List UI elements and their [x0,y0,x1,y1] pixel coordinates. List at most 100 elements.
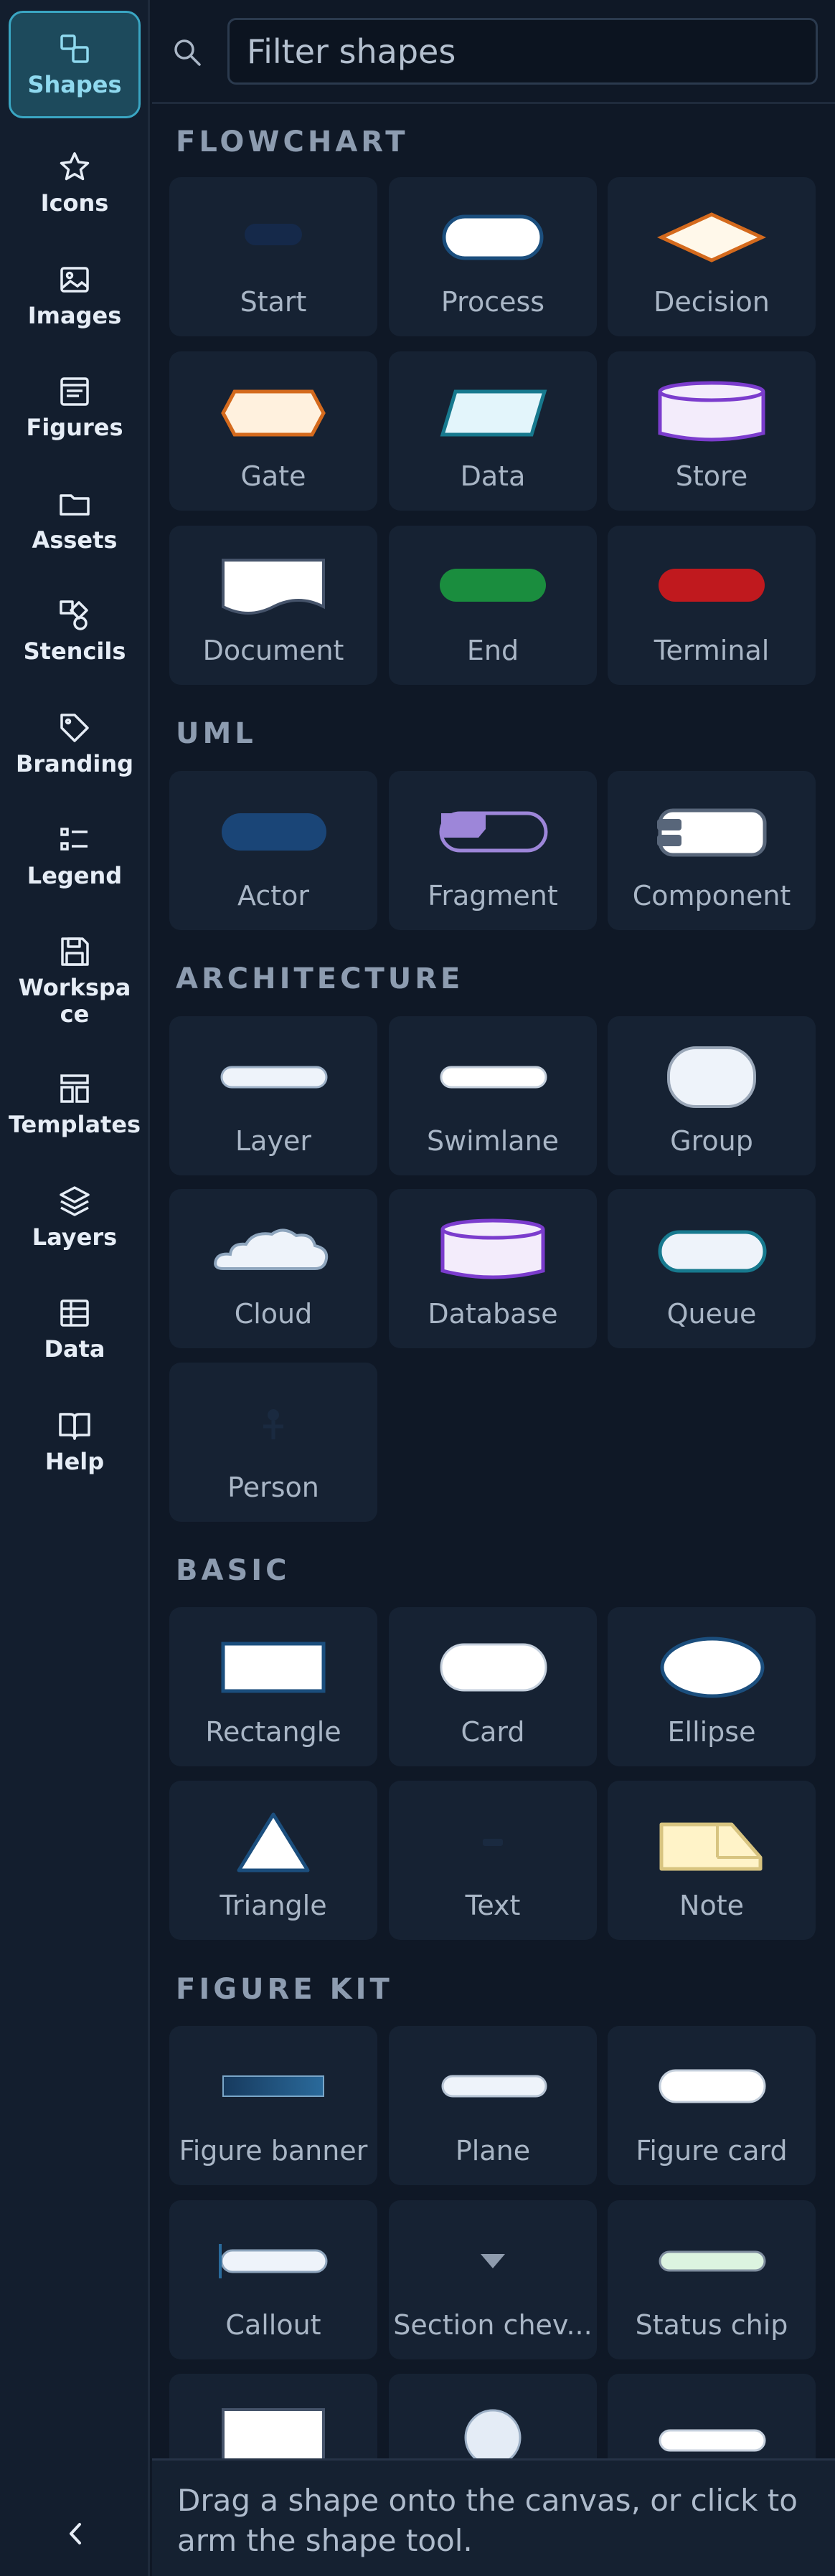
rail-item-figures[interactable]: Figures [9,361,141,454]
fragment-shape-icon [439,811,548,853]
tile-label: Rectangle [205,1716,341,1748]
tile-label: Layer [235,1125,311,1157]
stencil-icon [60,600,88,630]
shape-tile-triangle[interactable]: Triangle [169,1781,377,1940]
tile-label: Component [632,880,791,911]
search-icon [174,39,201,66]
star-icon [60,151,90,180]
rail-item-legend[interactable]: Legend [9,809,141,902]
search-input[interactable] [227,18,818,85]
rail-item-stencils[interactable]: Stencils [9,584,141,678]
note-shape-icon [659,1822,763,1871]
chevron-left-icon[interactable] [61,2516,90,2552]
swimlane-shape-icon [440,1066,547,1089]
rail-item-label: Images [27,301,122,329]
rail-item-label: Workspace [18,973,131,1028]
rail-item-data[interactable]: Data [9,1282,141,1375]
tile-label: Plane [455,2135,531,2167]
shape-tile-gate[interactable]: Gate [169,351,377,511]
rail-item-label: Templates [8,1110,141,1138]
rail-item-label: Layers [32,1223,118,1251]
tile-label: Fragment [428,880,558,911]
tile-label: Cloud [234,1298,313,1330]
section-title-figure-kit: FIGURE KIT [176,1973,393,2006]
shape-tile-section-chevron[interactable]: Section chev... [389,2200,597,2359]
tile-label: Decision [654,286,770,318]
rail-item-label: Stencils [23,637,126,665]
status-chip-shape-icon [659,2250,766,2272]
tile-label: Note [679,1890,744,1921]
shape-tile-store[interactable]: Store [608,351,816,511]
shape-tile-layer[interactable]: Layer [169,1016,377,1175]
rail-item-label: Figures [26,413,123,441]
tile-label: Text [465,1890,521,1921]
rail-item-shapes[interactable]: Shapes [9,11,141,118]
figure-card-shape-icon [659,2069,766,2103]
shape-tile-person[interactable]: Person [169,1363,377,1522]
callout-shape-icon [219,2244,328,2278]
tile-label: Figure banner [179,2135,368,2167]
tile-label: Card [461,1716,525,1748]
shape-tile-end[interactable]: End [389,526,597,685]
text-shape-icon [483,1839,503,1846]
database-shape-icon [440,1218,545,1279]
rail-item-label: Shapes [27,70,122,98]
shape-tile-swimlane[interactable]: Swimlane [389,1016,597,1175]
queue-shape-icon [658,1230,767,1273]
rail-item-images[interactable]: Images [9,249,141,342]
shape-tile-plane[interactable]: Plane [389,2026,597,2185]
shape-tile-cloud[interactable]: Cloud [169,1189,377,1348]
tag-icon [60,713,89,742]
actor-shape-icon [222,813,326,851]
shape-tile-database[interactable]: Database [389,1189,597,1348]
rail-item-label: Data [44,1335,105,1363]
shape-tile-note[interactable]: Note [608,1781,816,1940]
shape-tile-component[interactable]: Component [608,771,816,930]
shape-tile-figure-card[interactable]: Figure card [608,2026,816,2185]
tile-label: Data [460,460,526,492]
shape-tile-status-chip[interactable]: Status chip [608,2200,816,2359]
tile-label: Status chip [635,2309,788,2341]
shape-tile-group[interactable]: Group [608,1016,816,1175]
templates-icon [60,1074,89,1103]
section-title-basic: BASIC [176,1554,291,1587]
shape-tile-decision[interactable]: Decision [608,177,816,336]
shape-tile-card[interactable]: Card [389,1607,597,1766]
shape-tile-start[interactable]: Start [169,177,377,336]
figure-banner-shape-icon [222,2075,324,2097]
shape-tile-terminal[interactable]: Terminal [608,526,816,685]
shape-tile-process[interactable]: Process [389,177,597,336]
book-icon [59,1412,90,1440]
shape-tile-figure-banner[interactable]: Figure banner [169,2026,377,2185]
shape-tile-callout[interactable]: Callout [169,2200,377,2359]
shape-tile-queue[interactable]: Queue [608,1189,816,1348]
tile-label: Person [227,1472,319,1503]
rail-item-layers[interactable]: Layers [9,1170,141,1264]
shape-tile-actor[interactable]: Actor [169,771,377,930]
rail-item-templates[interactable]: Templates [9,1058,141,1151]
shape-tile-ellipse[interactable]: Ellipse [608,1607,816,1766]
folder-icon [60,493,90,516]
shape-tile-data[interactable]: Data [389,351,597,511]
save-icon [61,937,89,966]
document-shape-icon [222,559,325,615]
shape-tile-rectangle[interactable]: Rectangle [169,1607,377,1766]
rail-item-workspace[interactable]: Workspace [9,922,141,1040]
rectangle-shape-icon [221,1642,326,1693]
rail-item-branding[interactable]: Branding [9,697,141,790]
tile-label: Terminal [654,635,770,666]
section-title-uml: UML [176,717,257,750]
rail-item-label: Assets [32,526,118,554]
section-title-flowchart: FLOWCHART [176,126,409,158]
shape-tile-document[interactable]: Document [169,526,377,685]
footer-hint-bar: Drag a shape onto the canvas, or click t… [152,2458,835,2576]
tile-label: Document [202,635,344,666]
shape-tile-text[interactable]: Text [389,1781,597,1940]
shape-tile-fragment[interactable]: Fragment [389,771,597,930]
tile-label: Queue [666,1298,757,1330]
decision-shape-icon [656,212,767,262]
rail-item-assets[interactable]: Assets [9,473,141,567]
rail-item-help[interactable]: Help [9,1395,141,1488]
rail-item-icons[interactable]: Icons [9,136,141,229]
group-shape-icon [667,1046,756,1108]
